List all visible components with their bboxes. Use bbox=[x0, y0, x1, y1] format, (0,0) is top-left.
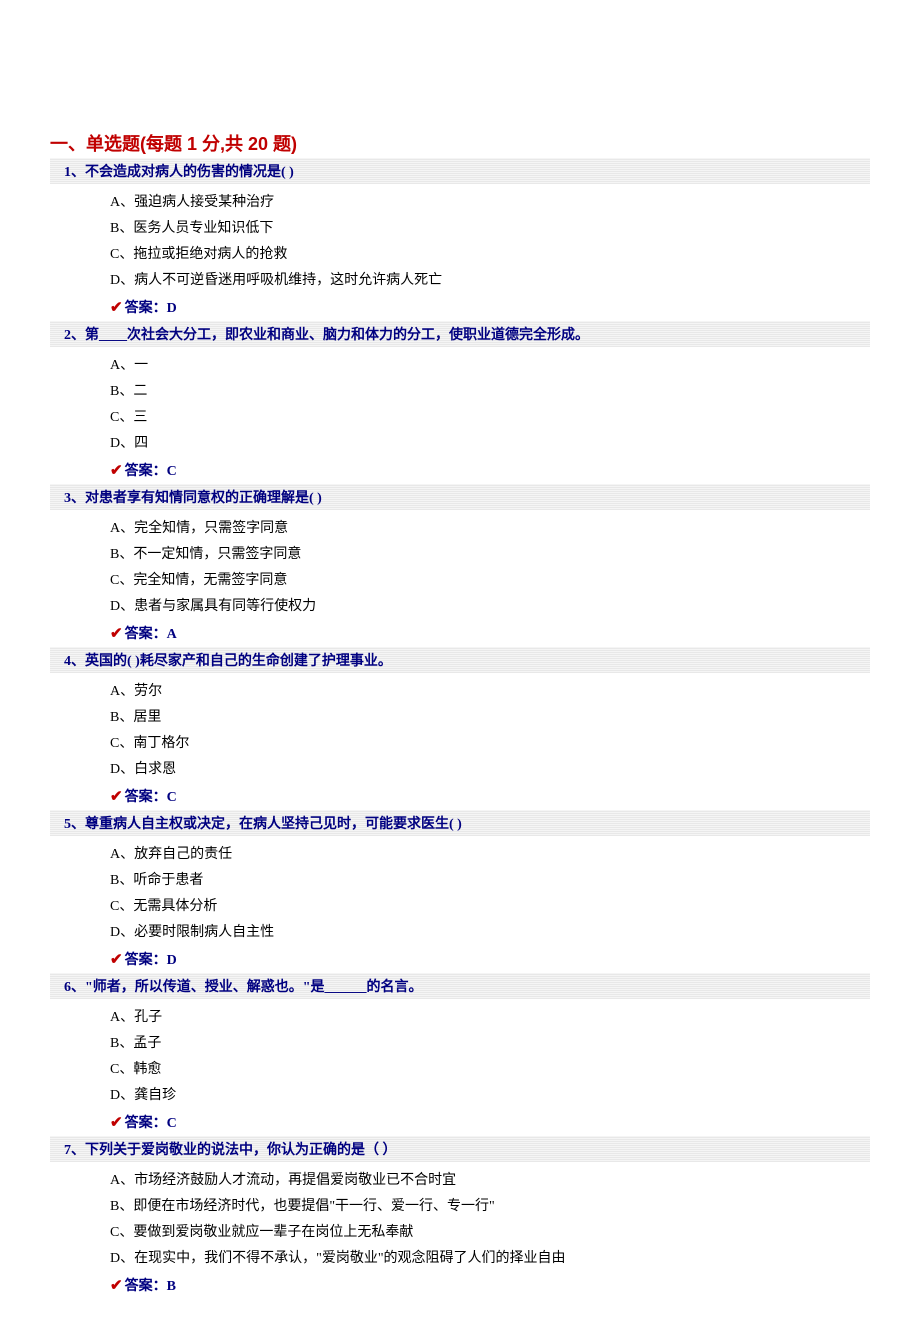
question-stem: 3、对患者享有知情同意权的正确理解是( ) bbox=[50, 484, 870, 510]
option-line: B、不一定知情，只需签字同意 bbox=[110, 540, 870, 566]
question-block: 6、"师者，所以传道、授业、解惑也。"是______的名言。A、孔子B、孟子C、… bbox=[50, 973, 870, 1136]
option-line: C、要做到爱岗敬业就应一辈子在岗位上无私奉献 bbox=[110, 1218, 870, 1244]
options-group: A、市场经济鼓励人才流动，再提倡爱岗敬业已不合时宜B、即便在市场经济时代，也要提… bbox=[50, 1162, 870, 1272]
option-line: D、患者与家属具有同等行使权力 bbox=[110, 592, 870, 618]
answer-line: ✔答案：A bbox=[50, 620, 870, 647]
answer-line: ✔答案：B bbox=[50, 1272, 870, 1299]
answer-text: 答案：C bbox=[125, 790, 177, 805]
option-line: D、四 bbox=[110, 429, 870, 455]
option-line: A、孔子 bbox=[110, 1003, 870, 1029]
question-block: 4、英国的( )耗尽家产和自己的生命创建了护理事业。A、劳尔B、居里C、南丁格尔… bbox=[50, 647, 870, 810]
question-stem: 4、英国的( )耗尽家产和自己的生命创建了护理事业。 bbox=[50, 647, 870, 673]
option-line: C、三 bbox=[110, 403, 870, 429]
question-block: 1、不会造成对病人的伤害的情况是( )A、强迫病人接受某种治疗B、医务人员专业知… bbox=[50, 158, 870, 321]
answer-line: ✔答案：D bbox=[50, 946, 870, 973]
question-block: 7、下列关于爱岗敬业的说法中，你认为正确的是（ ）A、市场经济鼓励人才流动，再提… bbox=[50, 1136, 870, 1299]
option-line: B、听命于患者 bbox=[110, 866, 870, 892]
option-line: C、无需具体分析 bbox=[110, 892, 870, 918]
option-line: B、二 bbox=[110, 377, 870, 403]
question-stem: 5、尊重病人自主权或决定，在病人坚持己见时，可能要求医生( ) bbox=[50, 810, 870, 836]
option-line: B、即便在市场经济时代，也要提倡"干一行、爱一行、专一行" bbox=[110, 1192, 870, 1218]
section-title: 一、单选题(每题 1 分,共 20 题) bbox=[50, 130, 870, 156]
question-block: 3、对患者享有知情同意权的正确理解是( )A、完全知情，只需签字同意B、不一定知… bbox=[50, 484, 870, 647]
option-line: C、韩愈 bbox=[110, 1055, 870, 1081]
answer-text: 答案：B bbox=[125, 1279, 176, 1294]
question-stem: 6、"师者，所以传道、授业、解惑也。"是______的名言。 bbox=[50, 973, 870, 999]
answer-line: ✔答案：C bbox=[50, 457, 870, 484]
question-stem: 1、不会造成对病人的伤害的情况是( ) bbox=[50, 158, 870, 184]
option-line: D、在现实中，我们不得不承认，"爱岗敬业"的观念阻碍了人们的择业自由 bbox=[110, 1244, 870, 1270]
options-group: A、孔子B、孟子C、韩愈D、龚自珍 bbox=[50, 999, 870, 1109]
answer-line: ✔答案：C bbox=[50, 783, 870, 810]
answer-text: 答案：C bbox=[125, 1116, 177, 1131]
option-line: A、劳尔 bbox=[110, 677, 870, 703]
check-icon: ✔ bbox=[110, 1278, 123, 1294]
check-icon: ✔ bbox=[110, 626, 123, 642]
check-icon: ✔ bbox=[110, 789, 123, 805]
questions-list: 1、不会造成对病人的伤害的情况是( )A、强迫病人接受某种治疗B、医务人员专业知… bbox=[50, 158, 870, 1299]
option-line: A、放弃自己的责任 bbox=[110, 840, 870, 866]
answer-text: 答案：C bbox=[125, 464, 177, 479]
options-group: A、放弃自己的责任B、听命于患者C、无需具体分析D、必要时限制病人自主性 bbox=[50, 836, 870, 946]
option-line: C、南丁格尔 bbox=[110, 729, 870, 755]
option-line: D、病人不可逆昏迷用呼吸机维持，这时允许病人死亡 bbox=[110, 266, 870, 292]
question-block: 5、尊重病人自主权或决定，在病人坚持己见时，可能要求医生( )A、放弃自己的责任… bbox=[50, 810, 870, 973]
question-block: 2、第____次社会大分工，即农业和商业、脑力和体力的分工，使职业道德完全形成。… bbox=[50, 321, 870, 484]
check-icon: ✔ bbox=[110, 1115, 123, 1131]
answer-text: 答案：D bbox=[125, 301, 177, 316]
option-line: C、拖拉或拒绝对病人的抢救 bbox=[110, 240, 870, 266]
check-icon: ✔ bbox=[110, 952, 123, 968]
option-line: D、龚自珍 bbox=[110, 1081, 870, 1107]
option-line: A、完全知情，只需签字同意 bbox=[110, 514, 870, 540]
option-line: C、完全知情，无需签字同意 bbox=[110, 566, 870, 592]
option-line: B、居里 bbox=[110, 703, 870, 729]
check-icon: ✔ bbox=[110, 463, 123, 479]
options-group: A、强迫病人接受某种治疗B、医务人员专业知识低下C、拖拉或拒绝对病人的抢救D、病… bbox=[50, 184, 870, 294]
option-line: A、一 bbox=[110, 351, 870, 377]
options-group: A、完全知情，只需签字同意B、不一定知情，只需签字同意C、完全知情，无需签字同意… bbox=[50, 510, 870, 620]
answer-line: ✔答案：D bbox=[50, 294, 870, 321]
option-line: A、市场经济鼓励人才流动，再提倡爱岗敬业已不合时宜 bbox=[110, 1166, 870, 1192]
question-stem: 7、下列关于爱岗敬业的说法中，你认为正确的是（ ） bbox=[50, 1136, 870, 1162]
option-line: D、白求恩 bbox=[110, 755, 870, 781]
check-icon: ✔ bbox=[110, 300, 123, 316]
option-line: B、孟子 bbox=[110, 1029, 870, 1055]
option-line: B、医务人员专业知识低下 bbox=[110, 214, 870, 240]
option-line: A、强迫病人接受某种治疗 bbox=[110, 188, 870, 214]
options-group: A、劳尔B、居里C、南丁格尔D、白求恩 bbox=[50, 673, 870, 783]
question-stem: 2、第____次社会大分工，即农业和商业、脑力和体力的分工，使职业道德完全形成。 bbox=[50, 321, 870, 347]
answer-text: 答案：D bbox=[125, 953, 177, 968]
answer-line: ✔答案：C bbox=[50, 1109, 870, 1136]
options-group: A、一B、二C、三D、四 bbox=[50, 347, 870, 457]
option-line: D、必要时限制病人自主性 bbox=[110, 918, 870, 944]
answer-text: 答案：A bbox=[125, 627, 177, 642]
